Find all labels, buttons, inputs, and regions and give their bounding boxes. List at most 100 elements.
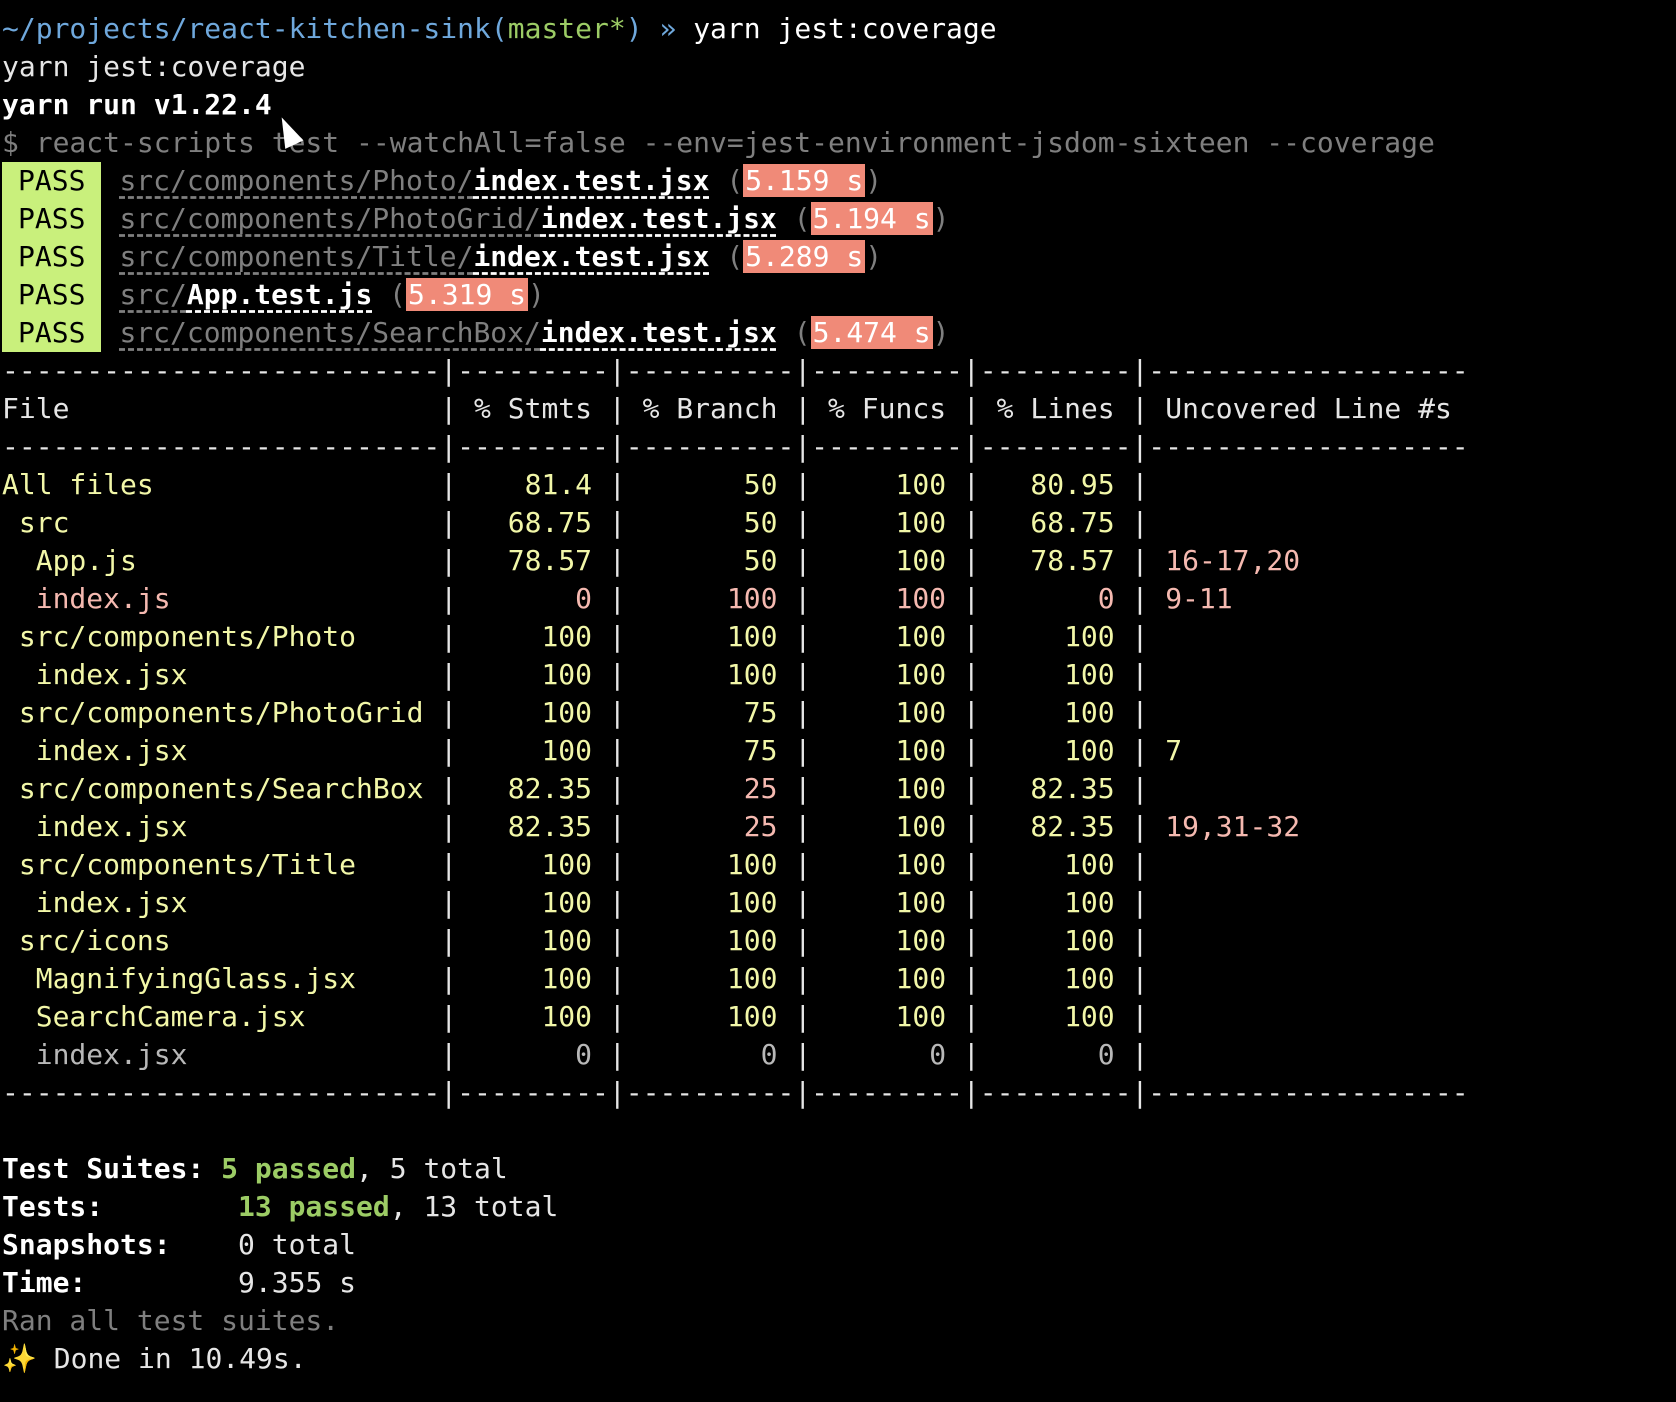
pass-badge: PASS [2, 238, 102, 276]
row-branch: 100 [726, 848, 778, 881]
test-result-line: PASS src/components/Photo/index.test.jsx … [2, 162, 1674, 200]
table-row: index.js | 0 | 100 | 100 | 0 | 9-11 [35, 582, 1233, 615]
row-uncovered: 7 [1165, 734, 1183, 767]
table-row: src/components/Title | 100 | 100 | 100 |… [18, 848, 1166, 881]
row-funcs: 100 [895, 924, 947, 957]
yarn-version: yarn run v1.22.4 [2, 88, 272, 121]
row-funcs: 100 [895, 620, 947, 653]
table-row: src/components/SearchBox | 82.35 | 25 | … [18, 772, 1166, 805]
row-branch: 75 [743, 696, 778, 729]
terminal-output[interactable]: ~/projects/react-kitchen-sink(master*) »… [2, 10, 1674, 1378]
row-lines: 100 [1064, 924, 1115, 957]
test-time: 5.159 s [743, 164, 866, 197]
table-row: src/components/PhotoGrid | 100 | 75 | 10… [18, 696, 1166, 729]
table-separator: --------------------------|---------|---… [2, 354, 1469, 387]
prompt-arrow: » [659, 12, 677, 45]
row-funcs: 100 [895, 1000, 947, 1033]
summary-tests: Tests: 13 passed, 13 total [2, 1190, 559, 1223]
row-stmts: 100 [541, 848, 593, 881]
test-dir: src/ [119, 278, 187, 311]
row-file: src/components/PhotoGrid [18, 696, 424, 729]
header-stmts: % Stmts [474, 392, 593, 425]
pass-badge: PASS [2, 162, 102, 200]
row-branch: 100 [726, 886, 778, 919]
test-result-line: PASS src/components/Title/index.test.jsx … [2, 238, 1674, 276]
done-line: ✨ Done in 10.49s. [2, 1342, 307, 1375]
table-row: src/components/Photo | 100 | 100 | 100 |… [18, 620, 1166, 653]
row-file: index.jsx [35, 886, 188, 919]
table-row: index.jsx | 100 | 75 | 100 | 100 | 7 [35, 734, 1183, 767]
row-branch: 100 [726, 582, 778, 615]
row-stmts: 100 [541, 734, 593, 767]
test-result-line: PASS src/components/SearchBox/index.test.… [2, 314, 1674, 352]
table-header: File | % Stmts | % Branch | % Funcs | % … [2, 392, 1452, 425]
test-dir: src/components/PhotoGrid/ [119, 202, 541, 235]
test-results: PASS src/components/Photo/index.test.jsx … [2, 162, 1674, 352]
ran-all: Ran all test suites. [2, 1304, 340, 1337]
row-branch: 25 [743, 772, 778, 805]
row-branch: 0 [760, 1038, 778, 1071]
row-stmts: 78.57 [507, 544, 593, 577]
row-branch: 100 [726, 620, 778, 653]
row-funcs: 100 [895, 810, 947, 843]
summary-suites: Test Suites: 5 passed, 5 total [2, 1152, 508, 1185]
test-result-line: PASS src/components/PhotoGrid/index.test.… [2, 200, 1674, 238]
row-stmts: 100 [541, 924, 593, 957]
header-funcs: % Funcs [828, 392, 947, 425]
row-branch: 50 [743, 468, 778, 501]
row-funcs: 100 [895, 696, 947, 729]
row-stmts: 100 [541, 886, 593, 919]
header-lines: % Lines [996, 392, 1115, 425]
row-lines: 78.57 [1030, 544, 1115, 577]
row-lines: 80.95 [1030, 468, 1115, 501]
row-lines: 82.35 [1030, 810, 1115, 843]
script-line: $ react-scripts test --watchAll=false --… [2, 126, 1435, 159]
row-lines: 100 [1064, 734, 1115, 767]
pass-badge: PASS [2, 314, 102, 352]
row-uncovered: 9-11 [1165, 582, 1233, 615]
row-branch: 50 [743, 506, 778, 539]
row-file: src [18, 506, 70, 539]
test-file: index.test.jsx [540, 202, 777, 235]
summary-time: Time: 9.355 s [2, 1266, 357, 1299]
row-stmts: 0 [575, 582, 593, 615]
row-lines: 100 [1064, 1000, 1115, 1033]
test-time: 5.194 s [810, 202, 933, 235]
row-uncovered: 16-17,20 [1165, 544, 1301, 577]
row-file: src/components/Photo [18, 620, 357, 653]
row-stmts: 100 [541, 658, 593, 691]
row-branch: 100 [726, 962, 778, 995]
row-branch: 100 [726, 1000, 778, 1033]
header-file: File [2, 392, 70, 425]
row-file: index.jsx [35, 658, 188, 691]
test-result-line: PASS src/App.test.js (5.319 s) [2, 276, 1674, 314]
row-file: index.js [35, 582, 171, 615]
row-funcs: 0 [929, 1038, 947, 1071]
test-dir: src/components/Title/ [119, 240, 474, 273]
row-file: All files [2, 468, 154, 501]
row-stmts: 0 [575, 1038, 593, 1071]
table-row: index.jsx | 0 | 0 | 0 | 0 | [35, 1038, 1166, 1071]
row-branch: 75 [743, 734, 778, 767]
echo-command: yarn jest:coverage [2, 50, 306, 83]
table-row: MagnifyingGlass.jsx | 100 | 100 | 100 | … [35, 962, 1166, 995]
row-file: index.jsx [35, 810, 188, 843]
row-file: App.js [35, 544, 137, 577]
row-file: src/components/Title [18, 848, 357, 881]
row-stmts: 82.35 [507, 772, 593, 805]
table-separator: --------------------------|---------|---… [2, 1076, 1469, 1109]
sparkle-icon: ✨ [2, 1342, 37, 1375]
row-file: index.jsx [35, 1038, 188, 1071]
prompt-line: ~/projects/react-kitchen-sink(master*) »… [2, 12, 997, 45]
row-branch: 100 [726, 924, 778, 957]
row-lines: 0 [1097, 1038, 1115, 1071]
row-funcs: 100 [895, 772, 947, 805]
test-file: App.test.js [186, 278, 373, 311]
test-file: index.test.jsx [473, 240, 710, 273]
row-funcs: 100 [895, 468, 947, 501]
test-file: index.test.jsx [473, 164, 710, 197]
row-stmts: 100 [541, 1000, 593, 1033]
prompt-path: ~/projects/react-kitchen-sink [2, 12, 491, 45]
row-lines: 100 [1064, 848, 1115, 881]
row-funcs: 100 [895, 506, 947, 539]
